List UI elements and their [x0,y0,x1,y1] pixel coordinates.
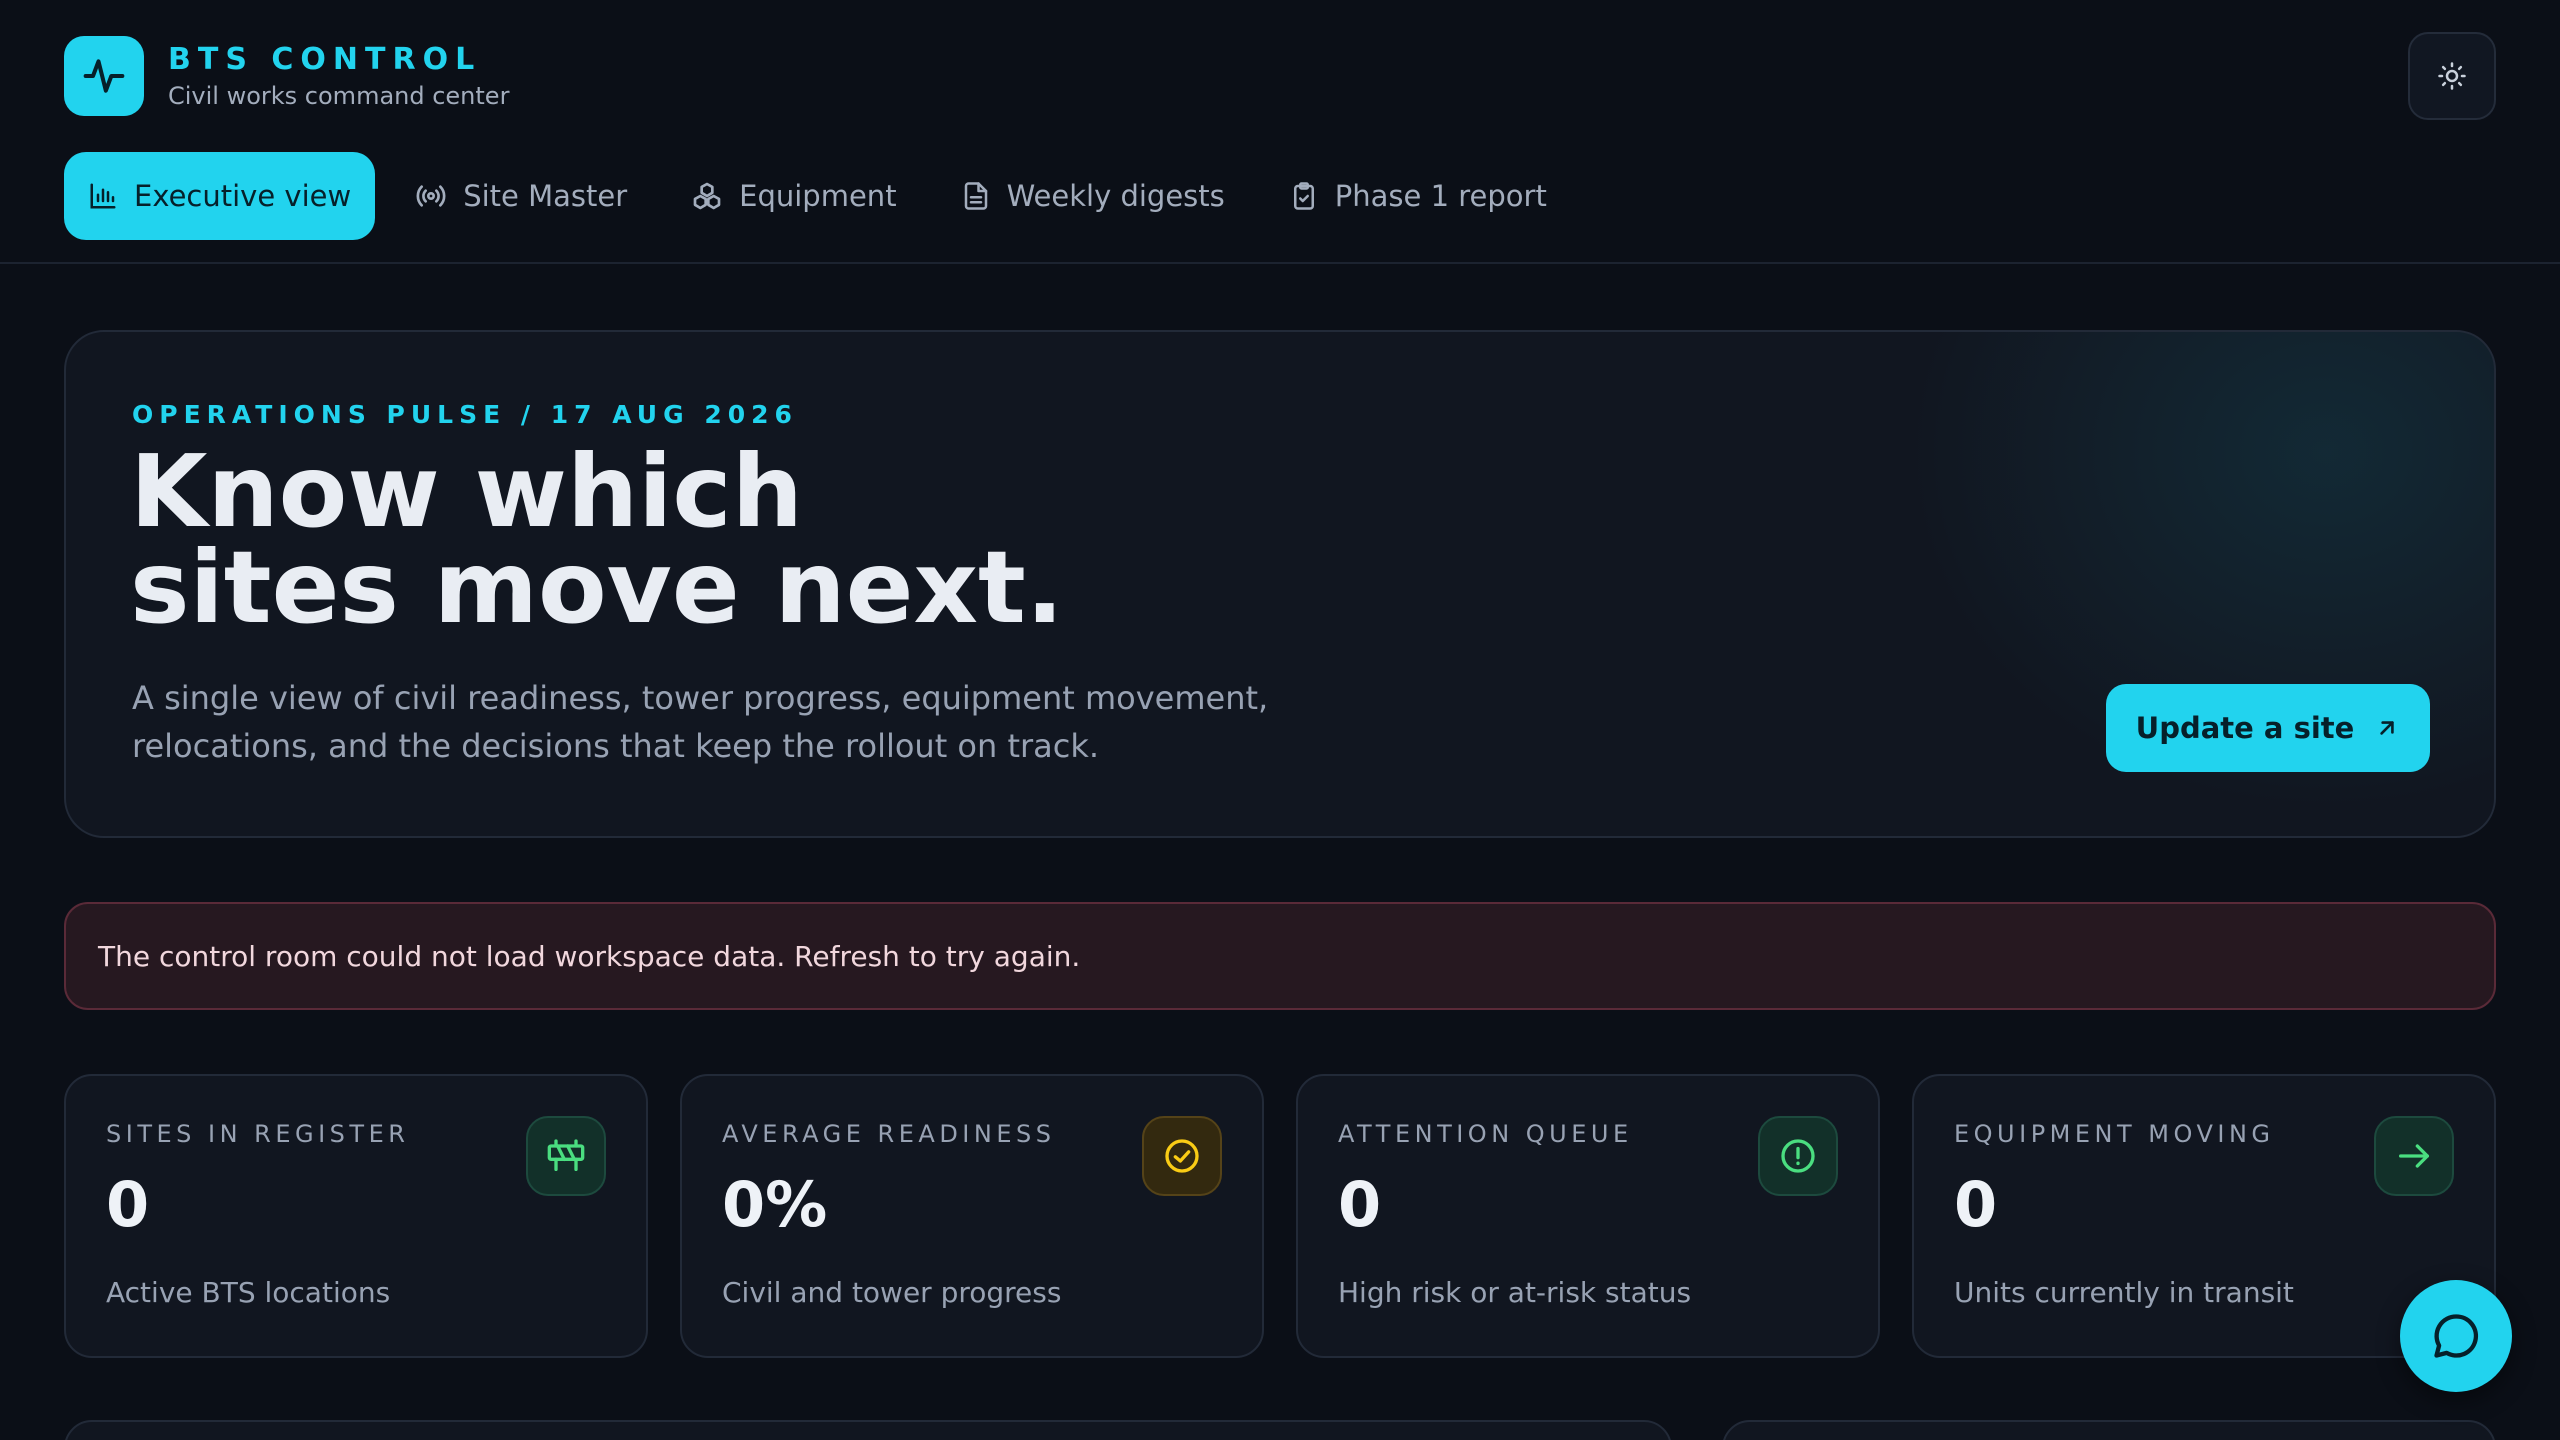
pulse-icon [64,36,144,116]
hero-eyebrow: OPERATIONS PULSE / 17 AUG 2026 [132,400,798,429]
tab-executive-view[interactable]: Executive view [64,152,376,240]
tab-label: Phase 1 report [1334,179,1547,213]
stat-subtext: Units currently in transit [1954,1276,2294,1309]
hero-title-line-2: sites move next. [130,529,1064,646]
tab-equipment[interactable]: Equipment [667,152,920,240]
hero-panel: OPERATIONS PULSE / 17 AUG 2026 Know whic… [64,330,2496,838]
brand-text: BTS CONTROL Civil works command center [168,42,509,110]
stat-label: SITES IN REGISTER [106,1120,410,1148]
stat-value: 0 [1338,1168,1382,1241]
document-icon [964,182,987,210]
radio-tower-icon [416,185,446,207]
arrow-right-icon [2374,1116,2454,1196]
bar-chart-icon [90,183,116,209]
stat-subtext: High risk or at-risk status [1338,1276,1692,1309]
boxes-icon [693,182,721,210]
error-message: The control room could not load workspac… [98,939,1081,973]
update-site-button[interactable]: Update a site [2106,684,2430,772]
stat-value: 0 [106,1168,150,1241]
brand-subtitle: Civil works command center [168,82,510,110]
tab-label: Weekly digests [1006,179,1225,213]
update-site-label: Update a site [2135,711,2355,745]
sun-icon [2438,62,2466,90]
stat-subtext: Civil and tower progress [722,1276,1062,1309]
stat-value: 0 [1954,1168,1998,1241]
lower-panel-left [64,1420,1672,1440]
stat-label: AVERAGE READINESS [722,1120,1056,1148]
hero-description: A single view of civil readiness, tower … [132,679,1269,765]
tab-label: Site Master [463,179,628,213]
tab-phase-1-report[interactable]: Phase 1 report [1265,152,1571,240]
stat-card-sites: SITES IN REGISTER 0 Active BTS locations [64,1074,648,1358]
brand[interactable]: BTS CONTROL Civil works command center [64,36,509,116]
construction-barrier-icon [526,1116,606,1196]
stat-label: EQUIPMENT MOVING [1954,1120,2275,1148]
alert-circle-icon [1758,1116,1838,1196]
chat-bubble-icon [2434,1314,2479,1358]
check-circle-icon [1142,1116,1222,1196]
stat-card-readiness: AVERAGE READINESS 0% Civil and tower pro… [680,1074,1264,1358]
stat-value: 0% [722,1168,828,1241]
main-nav: Executive view Site Master Equipment Wee… [64,152,1587,240]
dashboard-page: BTS CONTROL Civil works command center E… [0,0,2560,1440]
tab-label: Executive view [134,179,352,213]
stat-cards: SITES IN REGISTER 0 Active BTS locations… [64,1074,2496,1358]
brand-title: BTS CONTROL [168,42,482,77]
theme-toggle-button[interactable] [2408,32,2496,120]
chat-button[interactable] [2400,1280,2512,1392]
app-header: BTS CONTROL Civil works command center E… [0,0,2560,264]
stat-subtext: Active BTS locations [106,1276,391,1309]
tab-weekly-digests[interactable]: Weekly digests [937,152,1249,240]
arrow-up-right-icon [2380,721,2395,735]
error-banner: The control room could not load workspac… [64,902,2496,1010]
clipboard-check-icon [1293,182,1314,210]
stat-label: ATTENTION QUEUE [1338,1120,1633,1148]
tab-site-master[interactable]: Site Master [391,152,651,240]
tab-label: Equipment [739,179,897,213]
stat-card-attention: ATTENTION QUEUE 0 High risk or at-risk s… [1296,1074,1880,1358]
lower-panel-right [1722,1420,2496,1440]
hero-title: Know which sites move next. [130,442,1530,638]
